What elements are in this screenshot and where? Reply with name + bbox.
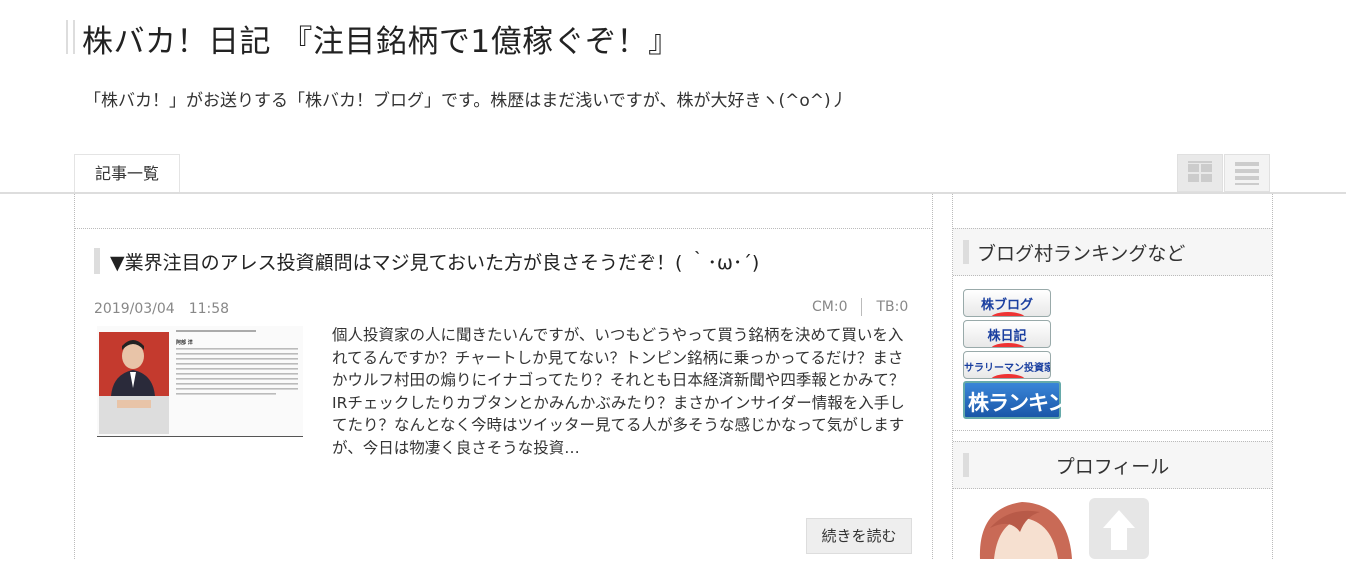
- main-border-right: [932, 194, 933, 559]
- article-meta: CM:0 TB:0: [812, 298, 908, 316]
- sidebar-border-right: [1272, 194, 1273, 559]
- nav-divider: [0, 192, 1346, 194]
- trackback-count-link[interactable]: TB:0: [876, 299, 908, 315]
- main-border-left: [74, 194, 75, 559]
- grid-view-icon: [1188, 161, 1212, 182]
- rank-banner-label: サラリーマン投資家: [964, 363, 1051, 374]
- profile-avatar: [960, 498, 1085, 559]
- list-view-button[interactable]: [1224, 154, 1270, 192]
- rank-banner-label: 株ランキング: [968, 391, 1088, 415]
- main-separator: [74, 228, 932, 229]
- heading-decoration: [963, 240, 969, 264]
- comment-count-link[interactable]: CM:0: [812, 299, 847, 315]
- read-more-button[interactable]: 続きを読む: [806, 518, 912, 554]
- article-date: 2019/03/04 11:58: [94, 301, 230, 317]
- profile-heading: プロフィール: [1055, 456, 1170, 478]
- site-title[interactable]: 株バカ！日記 『注目銘柄で1億稼ぐぞ！』: [82, 16, 680, 61]
- tab-article-list[interactable]: 記事一覧: [74, 154, 180, 193]
- profile-heading-box: プロフィール: [953, 441, 1272, 489]
- rank-banner-kabu-ranking[interactable]: 株ランキング: [963, 381, 1088, 419]
- sidebar-separator: [953, 430, 1272, 431]
- rank-banner-salaryman[interactable]: サラリーマン投資家: [963, 351, 1051, 379]
- article-excerpt: 個人投資家の人に聞きたいんですが、いつもどうやって買う銘柄を決めて買いを入れてる…: [332, 326, 905, 457]
- article-title[interactable]: ▼業界注目のアレス投資顧問はマジ見ておいた方が良さそうだぞ！( ｀･ω･´): [110, 248, 759, 275]
- rank-banner-kabu-blog[interactable]: 株ブログ: [963, 289, 1051, 317]
- thumbnail-text-lines: [176, 330, 298, 395]
- anime-avatar-image: [979, 502, 1072, 559]
- article-title-decoration: [94, 248, 100, 274]
- ranking-heading: ブログ村ランキングなど: [977, 243, 1186, 265]
- back-to-top-button[interactable]: [1089, 498, 1149, 559]
- list-view-icon: [1235, 162, 1259, 185]
- banner-red-badge: [990, 374, 1026, 378]
- rank-banner-label: 株日記: [987, 329, 1027, 344]
- rank-banner-label: 株ブログ: [980, 298, 1033, 313]
- article-thumbnail[interactable]: 阿部 洋: [97, 326, 303, 437]
- rank-banner-kabu-nikki[interactable]: 株日記: [963, 320, 1051, 348]
- arrow-up-icon: [1103, 510, 1135, 550]
- site-description: 「株バカ！」がお送りする「株バカ！ブログ」です。株歴はまだ浅いですが、株が大好き…: [84, 91, 848, 111]
- title-decoration: [66, 20, 75, 54]
- ranking-heading-box: ブログ村ランキングなど: [953, 228, 1272, 276]
- grid-view-button[interactable]: [1177, 154, 1223, 192]
